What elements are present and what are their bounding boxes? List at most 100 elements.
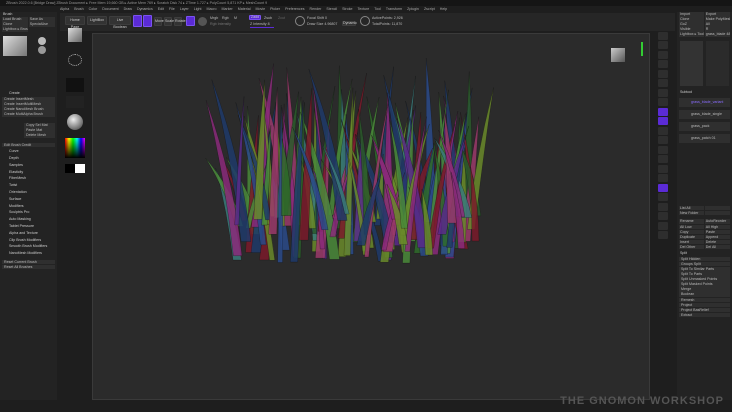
- alpha-swatch[interactable]: [66, 78, 84, 92]
- tool-top-button[interactable]: GoZ: [679, 22, 705, 27]
- brush-subpalette-fibermesh[interactable]: FiberMesh: [0, 176, 57, 181]
- shelf-button-icon[interactable]: [658, 31, 668, 40]
- edit-brush-credit-button[interactable]: Edit Brush Credit: [2, 142, 55, 148]
- geometry-button-autoreorder[interactable]: AutoReorder: [704, 219, 730, 224]
- split-button[interactable]: Split Unmasked Points: [679, 277, 730, 282]
- brush-subpalette-auto-masking[interactable]: Auto Masking: [0, 217, 57, 222]
- shelf-button-icon[interactable]: [658, 136, 668, 144]
- brush-subpalette-clip-brush-modifiers[interactable]: Clip Brush Modifiers: [0, 238, 57, 243]
- move-button[interactable]: Move: [154, 17, 164, 26]
- shelf-button-icon[interactable]: [658, 117, 668, 125]
- menu-texture[interactable]: Texture: [358, 6, 370, 12]
- shelf-button-icon[interactable]: [658, 69, 668, 78]
- brush-subpalette-orientation[interactable]: Orientation: [0, 190, 57, 195]
- mrgb-toggle[interactable]: Mrgb: [210, 16, 218, 20]
- shelf-button-icon[interactable]: [658, 164, 668, 173]
- brush-top-button[interactable]: Clone: [2, 22, 29, 27]
- tool-subpalette-extract[interactable]: Extract: [679, 312, 730, 318]
- geometry-button-del-all[interactable]: Del All: [704, 244, 730, 250]
- shelf-button-icon[interactable]: [658, 221, 668, 230]
- split-button[interactable]: Split Hidden: [679, 256, 730, 262]
- main-color[interactable]: [75, 164, 85, 173]
- material-swatch[interactable]: [186, 16, 195, 26]
- brush-top-button[interactable]: Lightbox ▸ Brushes: [2, 27, 29, 32]
- menu-picker[interactable]: Picker: [270, 6, 280, 12]
- brush-subpalette-surface[interactable]: Surface: [0, 197, 57, 202]
- geometry-button-append[interactable]: Append: [704, 234, 730, 240]
- menu-dynamics[interactable]: Dynamics: [137, 6, 153, 12]
- create-button[interactable]: Create MultiAlpha Brush: [2, 112, 55, 117]
- menu-macro[interactable]: Macro: [207, 6, 217, 12]
- shelf-button-icon[interactable]: [658, 60, 668, 68]
- brush-top-button[interactable]: Load Brush: [2, 17, 29, 22]
- split-title[interactable]: Split: [677, 251, 732, 256]
- stroke-icon[interactable]: [68, 54, 82, 66]
- shelf-button-icon[interactable]: [658, 183, 668, 192]
- menu-file[interactable]: File: [169, 6, 175, 12]
- create-option-button[interactable]: Copy Sel Mat: [24, 123, 55, 128]
- brush-subpalette-alpha-and-texture[interactable]: Alpha and Texture: [0, 231, 57, 236]
- menu-light[interactable]: Light: [194, 6, 202, 12]
- brush-subpalette-depth[interactable]: Depth: [0, 156, 57, 161]
- tool-top-button[interactable]: Clone: [679, 17, 705, 22]
- menu-tool[interactable]: Tool: [374, 6, 381, 12]
- tool-top-button[interactable]: Export: [704, 12, 730, 17]
- new-folder-button[interactable]: New Folder: [679, 210, 705, 216]
- shelf-button-icon[interactable]: [658, 212, 668, 220]
- subtool-item[interactable]: grass_pack: [679, 121, 730, 131]
- menu-zscript[interactable]: Zscript: [424, 6, 435, 12]
- brush-subpalette-curve[interactable]: Curve: [0, 149, 57, 154]
- brush-subpalette-twist[interactable]: Twist: [0, 183, 57, 188]
- tool-top-button[interactable]: Visible: [679, 27, 705, 32]
- brush-subpalette-smooth-brush-modifiers[interactable]: Smooth Brush Modifiers: [0, 244, 57, 249]
- brush-subpalette-samples[interactable]: Samples: [0, 163, 57, 168]
- material-sphere-icon[interactable]: [198, 17, 207, 26]
- brush-top-button[interactable]: SpecialUse: [28, 22, 55, 27]
- brush-subpalette-modifiers[interactable]: Modifiers: [0, 204, 57, 209]
- geometry-button-insert[interactable]: Insert: [679, 239, 705, 245]
- shelf-button-icon[interactable]: [658, 98, 668, 106]
- geometry-button-rename[interactable]: Rename: [679, 219, 705, 224]
- subtool-item[interactable]: grass_patch 01: [679, 133, 730, 143]
- brush-thumb-icon[interactable]: [38, 36, 46, 45]
- shelf-button-icon[interactable]: [658, 41, 668, 49]
- tool-subpalette-merge[interactable]: Merge: [679, 287, 730, 292]
- brush-subpalette-tablet-pressure[interactable]: Tablet Pressure: [0, 224, 57, 229]
- draw-button[interactable]: [143, 15, 152, 27]
- menu-material[interactable]: Material: [238, 6, 251, 12]
- geometry-button-del-other[interactable]: Del Other: [679, 244, 705, 250]
- list-all-button[interactable]: List All: [679, 205, 705, 211]
- shelf-button-icon[interactable]: [658, 107, 668, 116]
- create-button[interactable]: Create InsertMultiMesh: [2, 102, 55, 107]
- brush-subpalette-elasticity[interactable]: Elasticity: [0, 170, 57, 175]
- scale-button[interactable]: Scale: [164, 17, 174, 26]
- shelf-button-icon[interactable]: [658, 126, 668, 135]
- zadd-toggle[interactable]: Zadd: [249, 15, 261, 20]
- tool-top-button[interactable]: Import: [679, 12, 705, 17]
- menu-render[interactable]: Render: [310, 6, 322, 12]
- edit-button[interactable]: [133, 15, 142, 27]
- tool-subpalette-boolean[interactable]: Boolean: [679, 292, 730, 297]
- geometry-button-all-high[interactable]: All High: [704, 224, 730, 230]
- rgb-toggle[interactable]: Rgb: [222, 16, 229, 20]
- menu-layer[interactable]: Layer: [180, 6, 189, 12]
- reset-button[interactable]: Reset Current Brush: [2, 259, 55, 265]
- reset-button[interactable]: Reset All Brushes: [2, 264, 55, 270]
- create-option-button[interactable]: Paste Mat: [24, 128, 55, 133]
- rotate-button[interactable]: Rotate: [174, 17, 186, 26]
- subtool-title[interactable]: Subtool: [677, 90, 732, 95]
- menu-preferences[interactable]: Preferences: [285, 6, 304, 12]
- brush-top-button[interactable]: Save As: [28, 17, 55, 22]
- tool-top-button[interactable]: Make PolyMesh3D: [704, 17, 730, 22]
- tool-thumbnail[interactable]: [706, 40, 729, 86]
- menu-stencil[interactable]: Stencil: [326, 6, 337, 12]
- zsub-toggle[interactable]: Zsub: [264, 16, 272, 20]
- menu-brush[interactable]: Brush: [74, 6, 83, 12]
- create-option-button[interactable]: Delete Mesh: [24, 133, 55, 138]
- menu-help[interactable]: Help: [440, 6, 447, 12]
- menu-color[interactable]: Color: [89, 6, 98, 12]
- geometry-button-paste[interactable]: Paste: [704, 229, 730, 235]
- brush-thumb-icon[interactable]: [38, 45, 46, 54]
- shelf-button-icon[interactable]: [658, 174, 668, 182]
- canvas-viewport[interactable]: [92, 33, 650, 400]
